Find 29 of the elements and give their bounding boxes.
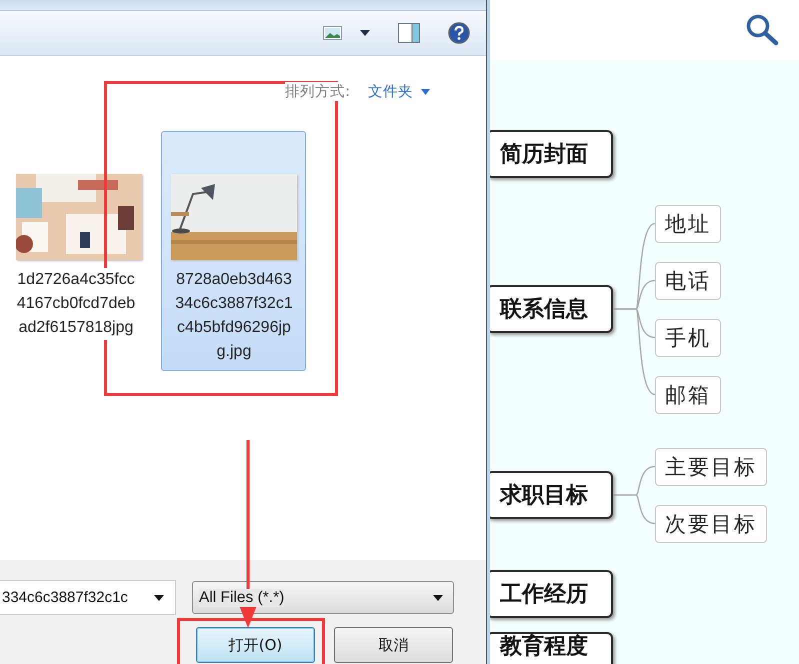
caret-icon[interactable] — [360, 30, 370, 36]
caret-icon — [433, 594, 443, 600]
preview-pane-icon[interactable] — [398, 23, 420, 43]
file-item[interactable]: 1d2726a4c35fcc4167cb0fcd7debad2f6157818jpg — [6, 131, 151, 347]
topic-node[interactable]: 求职目标 — [490, 471, 613, 519]
topic-node[interactable]: 简历封面 — [490, 130, 613, 178]
help-icon[interactable] — [448, 22, 470, 44]
file-name: 8728a0eb3d46334c6c3887f32c1c4b5bfd96296jpg.jpg — [174, 270, 294, 362]
sort-dropdown[interactable]: 文件夹 — [368, 82, 430, 101]
sort-label: 排列方式: — [285, 82, 350, 101]
open-button[interactable]: 打开(O) — [196, 627, 315, 663]
caret-icon[interactable] — [154, 595, 164, 601]
topic-node[interactable]: 联系信息 — [490, 285, 613, 333]
cancel-button[interactable]: 取消 — [334, 627, 453, 663]
file-item[interactable]: 8728a0eb3d46334c6c3887f32c1c4b5bfd96296jpg.jpg — [161, 131, 306, 371]
filename-field[interactable]: 334c6c3887f32c1c — [0, 580, 176, 615]
subtopic-node[interactable]: 手机 — [655, 318, 721, 356]
picture-view-icon[interactable] — [323, 26, 342, 40]
connector-line — [613, 494, 656, 524]
subtopic-node[interactable]: 次要目标 — [655, 504, 767, 542]
caret-icon — [421, 88, 430, 94]
file-type-dropdown[interactable]: All Files (*.*) — [192, 581, 454, 614]
subtopic-node[interactable]: 电话 — [655, 262, 721, 300]
subtopic-node[interactable]: 主要目标 — [655, 448, 767, 486]
search-icon[interactable] — [745, 14, 779, 46]
topic-node[interactable]: 工作经历 — [490, 570, 613, 618]
topic-node[interactable]: 教育程度 — [490, 632, 613, 664]
subtopic-node[interactable]: 地址 — [655, 204, 721, 242]
subtopic-node[interactable]: 邮箱 — [655, 376, 721, 414]
